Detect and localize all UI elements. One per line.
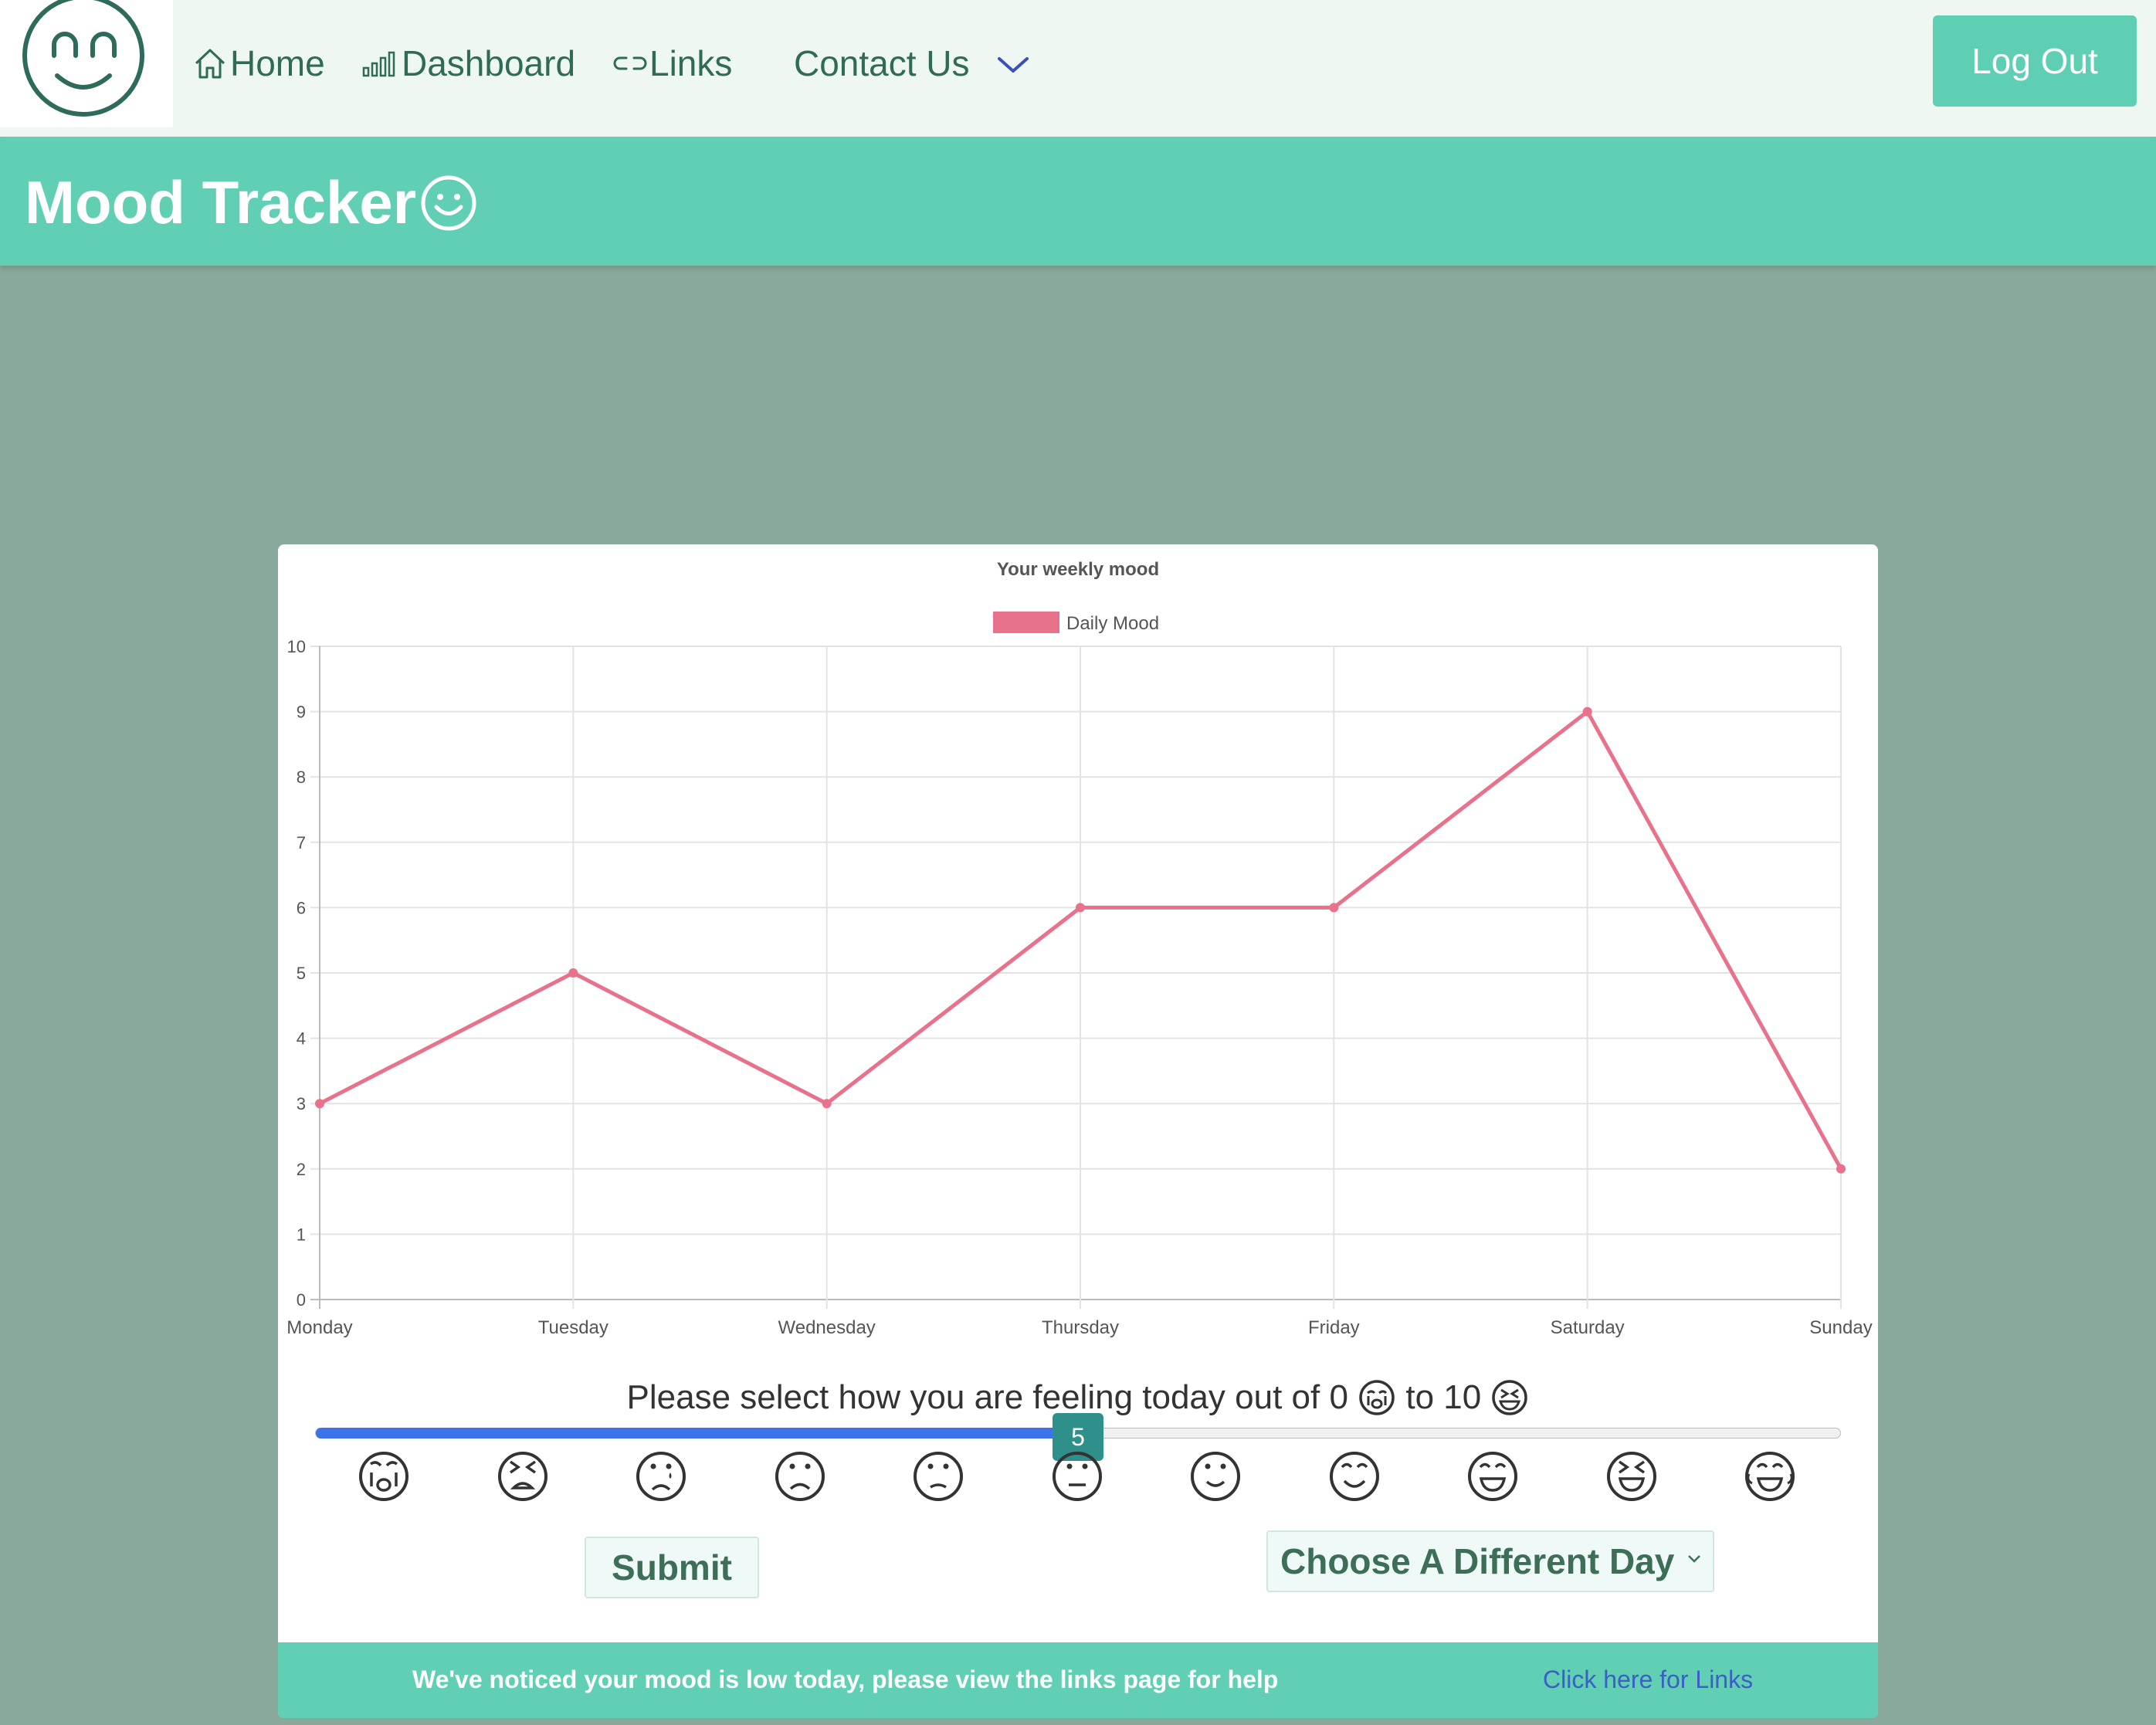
mood-prompt-prefix: Please select how you are feeling today … (626, 1378, 1358, 1416)
logo[interactable] (0, 0, 173, 127)
x-tick-label: Monday (286, 1317, 352, 1338)
y-tick-label: 8 (297, 768, 306, 787)
smiley-icon (421, 175, 476, 230)
smiley-logo-icon (22, 0, 144, 117)
y-tick-label: 2 (297, 1160, 306, 1179)
y-tick-label: 3 (297, 1094, 306, 1113)
squint-grin-face-icon[interactable] (1605, 1449, 1659, 1503)
y-tick-label: 10 (287, 637, 306, 656)
laugh-tears-face-icon[interactable] (1743, 1449, 1797, 1503)
links-page-link[interactable]: Click here for Links (1543, 1666, 1753, 1694)
alert-message: We've noticed your mood is low today, pl… (412, 1666, 1279, 1693)
y-tick-label: 7 (297, 833, 306, 852)
top-navbar: Home Dashboard Links Contact Us Log Out (0, 0, 2156, 137)
x-tick-label: Wednesday (778, 1317, 876, 1338)
low-mood-alert: We've noticed your mood is low today, pl… (278, 1642, 1878, 1718)
x-tick-label: Sunday (1809, 1317, 1872, 1338)
y-tick-label: 0 (297, 1290, 306, 1310)
mood-data-point[interactable] (1329, 903, 1339, 913)
chevron-down-icon (1688, 1555, 1700, 1563)
logout-button[interactable]: Log Out (1933, 15, 2137, 107)
crying-face-icon[interactable] (357, 1449, 411, 1503)
nav-links-label: Links (649, 43, 733, 83)
mood-data-point[interactable] (315, 1099, 324, 1109)
squint-grin-face-icon (1492, 1380, 1528, 1415)
x-tick-label: Saturday (1551, 1317, 1625, 1338)
x-tick-label: Thursday (1042, 1317, 1119, 1338)
mood-prompt: Please select how you are feeling today … (278, 1378, 1878, 1417)
mood-prompt-middle: to 10 (1396, 1378, 1491, 1416)
sad-tear-face-icon[interactable] (634, 1449, 688, 1503)
mood-data-point[interactable] (1836, 1164, 1846, 1174)
nav-contact-dropdown[interactable]: Contact Us (794, 37, 1038, 90)
mood-slider[interactable]: 5 (315, 1413, 1841, 1461)
legend-label: Daily Mood (1066, 613, 1159, 634)
mood-slider-fill (316, 1428, 1078, 1439)
mood-data-point[interactable] (1076, 903, 1085, 913)
mood-face-scale (278, 1449, 1878, 1511)
home-icon (195, 49, 225, 79)
smile-face-icon[interactable] (1188, 1449, 1242, 1503)
page-title: Mood Tracker (25, 168, 478, 238)
y-tick-label: 5 (297, 964, 306, 983)
submit-button[interactable]: Submit (585, 1537, 759, 1598)
mood-card: Your weekly mood Daily Mood 0 1 2 3 4 5 6 7 8 9 10 Mo… (278, 544, 1878, 1718)
mood-slider-value: 5 (1071, 1422, 1085, 1451)
blush-face-icon[interactable] (1327, 1449, 1381, 1503)
weekly-mood-chart: Your weekly mood Daily Mood 0 1 2 3 4 5 6 7 8 9 10 Mo… (286, 559, 1872, 1338)
mood-data-point[interactable] (822, 1099, 832, 1109)
y-tick-label: 4 (297, 1029, 306, 1049)
nav-home[interactable]: Home (192, 37, 325, 90)
nav-contact-label: Contact Us (794, 43, 970, 83)
link-icon (613, 56, 647, 70)
mood-data-point[interactable] (1582, 707, 1592, 717)
chart-title: Your weekly mood (997, 559, 1159, 580)
nav-links[interactable]: Links (612, 37, 732, 90)
mood-data-point[interactable] (568, 968, 578, 978)
y-tick-label: 6 (297, 898, 306, 917)
y-tick-label: 9 (297, 703, 306, 722)
nav-dashboard-label: Dashboard (402, 43, 576, 83)
tired-face-icon[interactable] (496, 1449, 550, 1503)
day-select-label: Choose A Different Day (1280, 1541, 1675, 1581)
nav-home-label: Home (230, 43, 325, 83)
x-tick-label: Tuesday (538, 1317, 608, 1338)
y-tick-label: 1 (297, 1225, 306, 1244)
nav-dashboard[interactable]: Dashboard (361, 37, 575, 90)
crying-face-icon (1359, 1380, 1395, 1415)
legend-swatch (993, 612, 1059, 633)
neutral-face-icon[interactable] (1050, 1449, 1104, 1503)
day-select[interactable]: Choose A Different Day (1266, 1530, 1714, 1592)
slight-frown-face-icon[interactable] (911, 1449, 965, 1503)
page-title-text: Mood Tracker (25, 168, 417, 236)
grin-face-icon[interactable] (1466, 1449, 1520, 1503)
chevron-down-icon (997, 57, 1029, 73)
x-tick-label: Friday (1308, 1317, 1360, 1338)
page-banner: Mood Tracker (0, 137, 2156, 266)
bar-chart-icon (362, 51, 395, 77)
frown-face-icon[interactable] (773, 1449, 827, 1503)
